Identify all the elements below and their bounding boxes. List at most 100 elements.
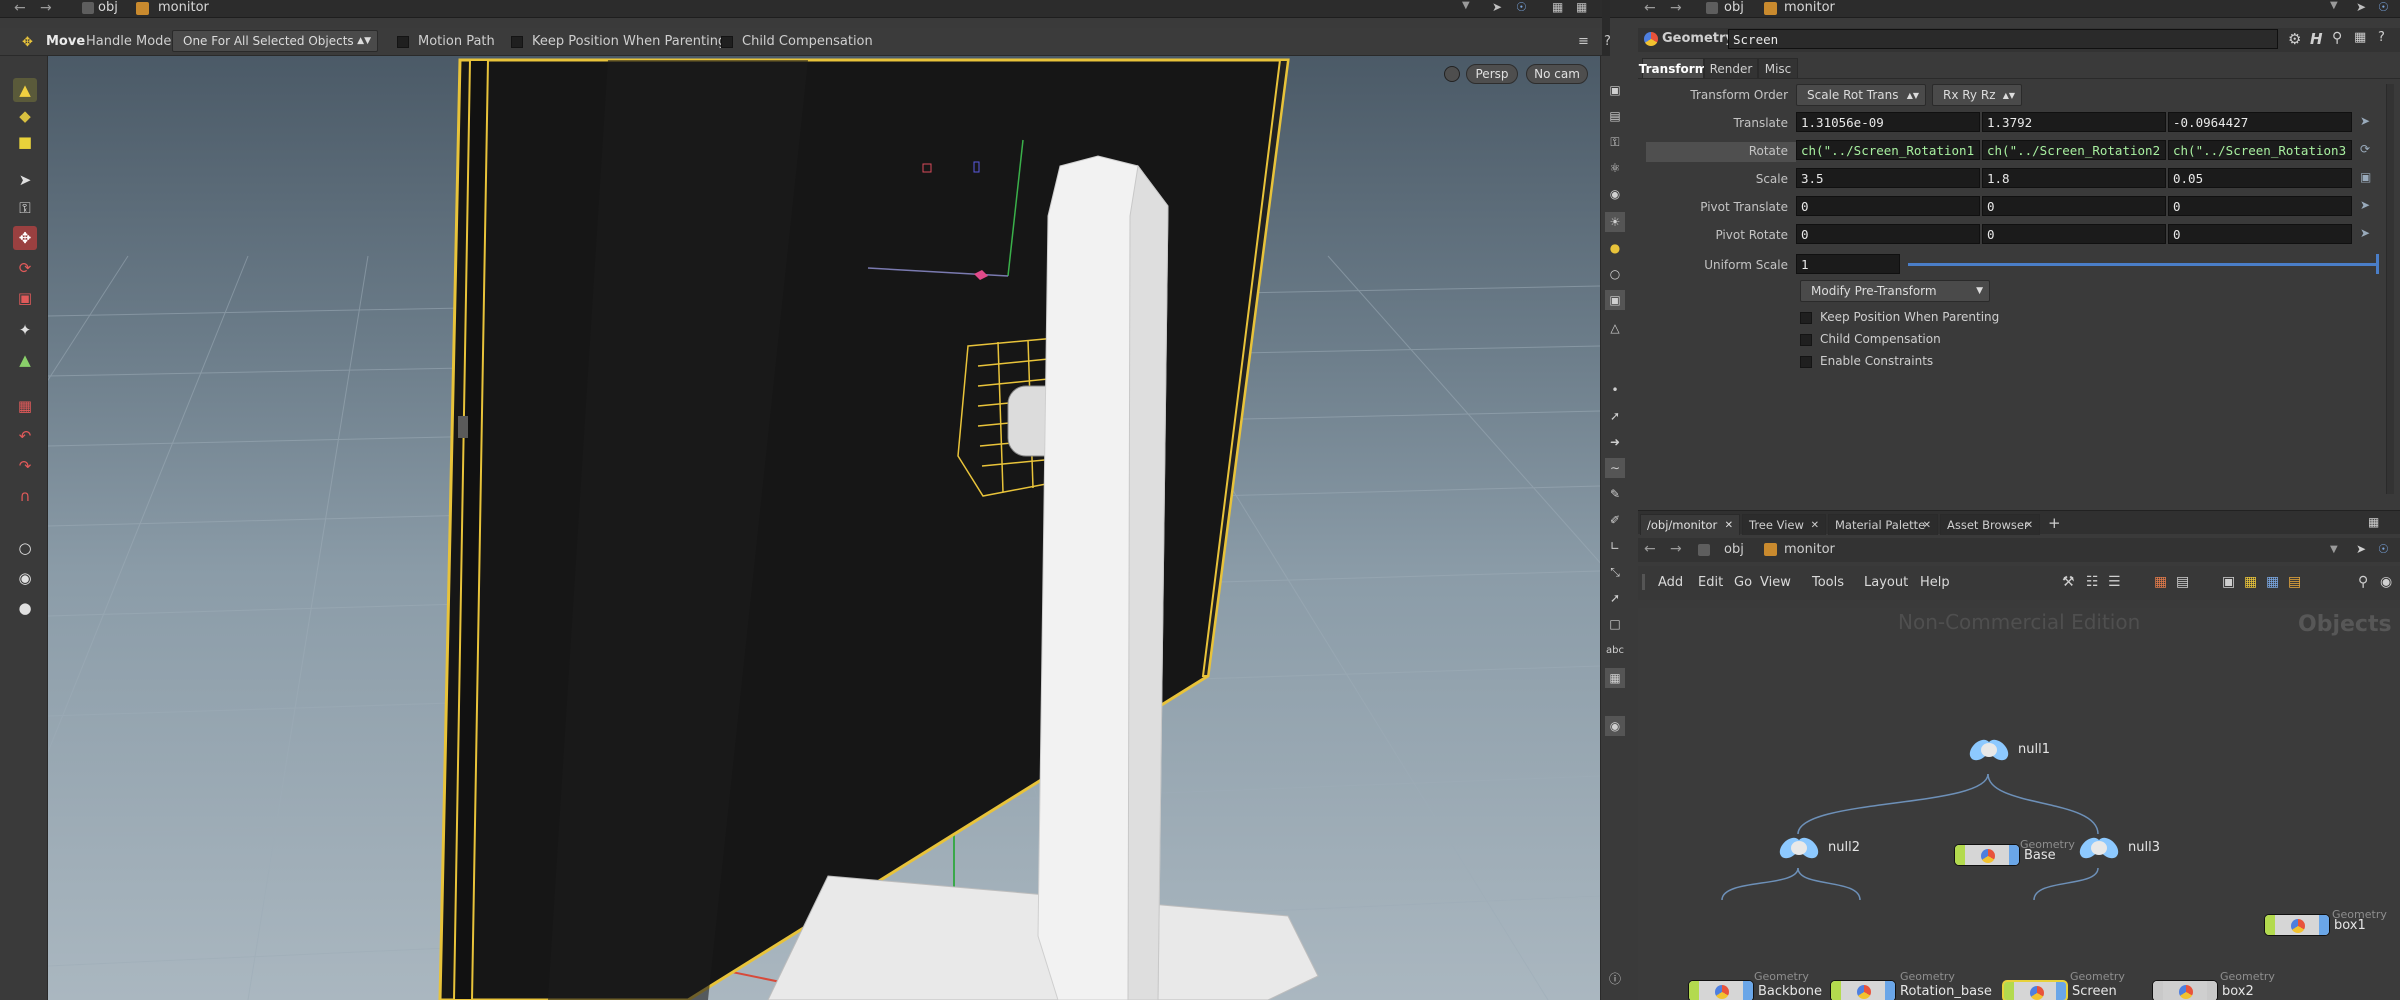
menu-go[interactable]: Go (1734, 575, 1752, 590)
tab-transform[interactable]: Transform (1639, 58, 1707, 78)
tab-material-palette[interactable]: Material Palette ✕ (1828, 514, 1938, 535)
close-icon[interactable]: ✕ (1811, 520, 1819, 531)
scale-z-field[interactable]: 0.05 (2168, 168, 2352, 188)
folder-icon[interactable]: ▤ (2288, 574, 2301, 590)
pivot-rotate-x-field[interactable]: 0 (1796, 224, 1980, 244)
help-icon[interactable]: ? (1604, 34, 1611, 49)
translate-y-field[interactable]: 1.3792 (1982, 112, 2166, 132)
lock-camera-icon[interactable]: ⚿ (1605, 132, 1625, 152)
comment-icon[interactable]: ▦ (2354, 30, 2366, 45)
menu-edit[interactable]: Edit (1698, 575, 1723, 590)
snap-point-icon[interactable]: ↷ (13, 454, 37, 478)
scale-channel-icon[interactable]: ▣ (2360, 170, 2371, 184)
handle-mode-dropdown[interactable]: One For All Selected Objects ▲▼ (172, 30, 378, 52)
pin-icon[interactable]: ➤ (1492, 0, 1502, 14)
background-image-icon[interactable]: ◉ (1605, 716, 1625, 736)
toolbar-options-icon[interactable]: ≡ (1578, 34, 1589, 49)
pivot-rotate-channel-icon[interactable]: ➤ (2360, 226, 2370, 240)
pose-icon[interactable]: ▲ (13, 348, 37, 372)
search-icon[interactable]: ⚲ (2358, 574, 2368, 590)
pointer-icon[interactable]: ➤ (13, 168, 37, 192)
tab-tree-view[interactable]: Tree View ✕ (1742, 514, 1826, 535)
node-name-field[interactable]: Screen (1728, 29, 2278, 49)
grid-view-icon[interactable]: ▦ (2154, 574, 2167, 590)
geometry-node-body[interactable] (2264, 914, 2330, 936)
pivot-rotate-z-field[interactable]: 0 (2168, 224, 2352, 244)
wrench-icon[interactable]: ⚒ (2062, 574, 2075, 590)
geometry-node-body[interactable] (2002, 980, 2068, 1000)
box-icon[interactable]: □ (1605, 614, 1625, 634)
path-dropdown-arrow-icon[interactable]: ▼ (1462, 0, 1470, 11)
sticky-note-icon[interactable]: ▦ (2244, 574, 2257, 590)
rotate-z-field[interactable]: ch("../Screen_Rotation3 (2168, 140, 2352, 160)
lock-icon[interactable]: ⚿ (13, 196, 37, 220)
camera-icon[interactable]: ◉ (2380, 574, 2392, 590)
view-icon[interactable]: ○ (13, 536, 37, 560)
forward-arrow-icon[interactable]: → (1670, 541, 1682, 557)
lighting-icon[interactable]: ☀ (1605, 212, 1625, 232)
pin-icon[interactable]: ➤ (2356, 542, 2366, 556)
scene-viewport[interactable]: Persp No cam (48, 56, 1600, 1000)
pivot-translate-z-field[interactable]: 0 (2168, 196, 2352, 216)
network-view-icon[interactable]: ▣ (2222, 574, 2235, 590)
link-icon[interactable]: ☉ (1516, 0, 1527, 14)
child-compensation-checkbox[interactable] (721, 36, 733, 48)
menu-view[interactable]: View (1760, 575, 1791, 590)
forward-arrow-icon[interactable]: → (1670, 0, 1682, 16)
magnet-icon[interactable]: ∩ (13, 484, 37, 508)
menu-add[interactable]: Add (1658, 575, 1683, 590)
measure-icon[interactable]: ⤡ (1605, 562, 1625, 582)
back-arrow-icon[interactable]: ← (14, 0, 26, 16)
rotate-order-dropdown[interactable]: Rx Ry Rz ▲▼ (1932, 84, 2022, 106)
rotate-x-field[interactable]: ch("../Screen_Rotation1 (1796, 140, 1980, 160)
translate-x-field[interactable]: 1.31056e-09 (1796, 112, 1980, 132)
background-icon[interactable]: ○ (1605, 264, 1625, 284)
path-crumb-obj[interactable]: obj (98, 0, 118, 15)
path-crumb-obj[interactable]: obj (1724, 0, 1744, 15)
rotate-icon[interactable]: ⟳ (13, 256, 37, 280)
image-icon[interactable]: ▦ (2266, 574, 2279, 590)
headlight-icon[interactable]: ● (1605, 238, 1625, 258)
guide-icon[interactable]: ➚ (1605, 588, 1625, 608)
geometry-node-body[interactable] (1954, 844, 2020, 866)
display-toggle-icon[interactable]: ▣ (1605, 80, 1625, 100)
normal-display-icon[interactable]: ➚ (1605, 406, 1625, 426)
info-icon[interactable]: ⓘ (1605, 968, 1625, 988)
geometry-node-body[interactable] (1830, 980, 1896, 1000)
transform-order-dropdown[interactable]: Scale Rot Trans ▲▼ (1796, 84, 1926, 106)
layout-list-icon[interactable]: ▤ (2176, 574, 2189, 590)
vector-display-icon[interactable]: ➜ (1605, 432, 1625, 452)
path-crumb-monitor[interactable]: monitor (1784, 0, 1835, 15)
network-canvas[interactable]: Non-Commercial Edition Objects Geometry … (1638, 608, 2400, 1000)
layers-icon[interactable]: ▤ (1605, 106, 1625, 126)
help-h-icon[interactable]: H (2310, 30, 2323, 48)
motion-path-checkbox[interactable] (397, 36, 409, 48)
keep-position-checkbox[interactable] (1800, 312, 1812, 324)
tab-render[interactable]: Render (1704, 58, 1758, 78)
keep-position-checkbox[interactable] (511, 36, 523, 48)
pivot-translate-y-field[interactable]: 0 (1982, 196, 2166, 216)
menu-tools[interactable]: Tools (1812, 575, 1844, 590)
child-compensation-checkbox[interactable] (1800, 334, 1812, 346)
select-points-icon[interactable]: ◆ (13, 104, 37, 128)
camera-menu-button[interactable]: No cam (1526, 64, 1588, 84)
shading-icon[interactable]: ◉ (1605, 184, 1625, 204)
rotate-y-field[interactable]: ch("../Screen_Rotation2 (1982, 140, 2166, 160)
close-icon[interactable]: ✕ (1923, 520, 1931, 531)
param-scrollbar[interactable] (2386, 84, 2394, 494)
pin-icon[interactable]: ➤ (2356, 0, 2366, 14)
text-display-icon[interactable]: abc (1605, 640, 1625, 660)
menu-help[interactable]: Help (1920, 575, 1950, 590)
geometry-node-body[interactable] (1688, 980, 1754, 1000)
uniform-scale-slider-handle[interactable] (2376, 254, 2379, 274)
pane-layout-icon[interactable]: ▦ (1552, 0, 1563, 14)
scale-icon[interactable]: ▣ (13, 286, 37, 310)
link-icon[interactable]: ☉ (2378, 0, 2389, 14)
transform-icon[interactable]: ✥ (13, 226, 37, 250)
path-crumb-monitor[interactable]: monitor (158, 0, 209, 15)
select-objects-icon[interactable]: ■ (13, 130, 37, 154)
brush-icon[interactable]: ✎ (1605, 484, 1625, 504)
pane-menu-icon[interactable]: ▦ (1576, 0, 1587, 14)
list-icon[interactable]: ☰ (2108, 574, 2121, 590)
camera-icon[interactable]: ◉ (13, 566, 37, 590)
